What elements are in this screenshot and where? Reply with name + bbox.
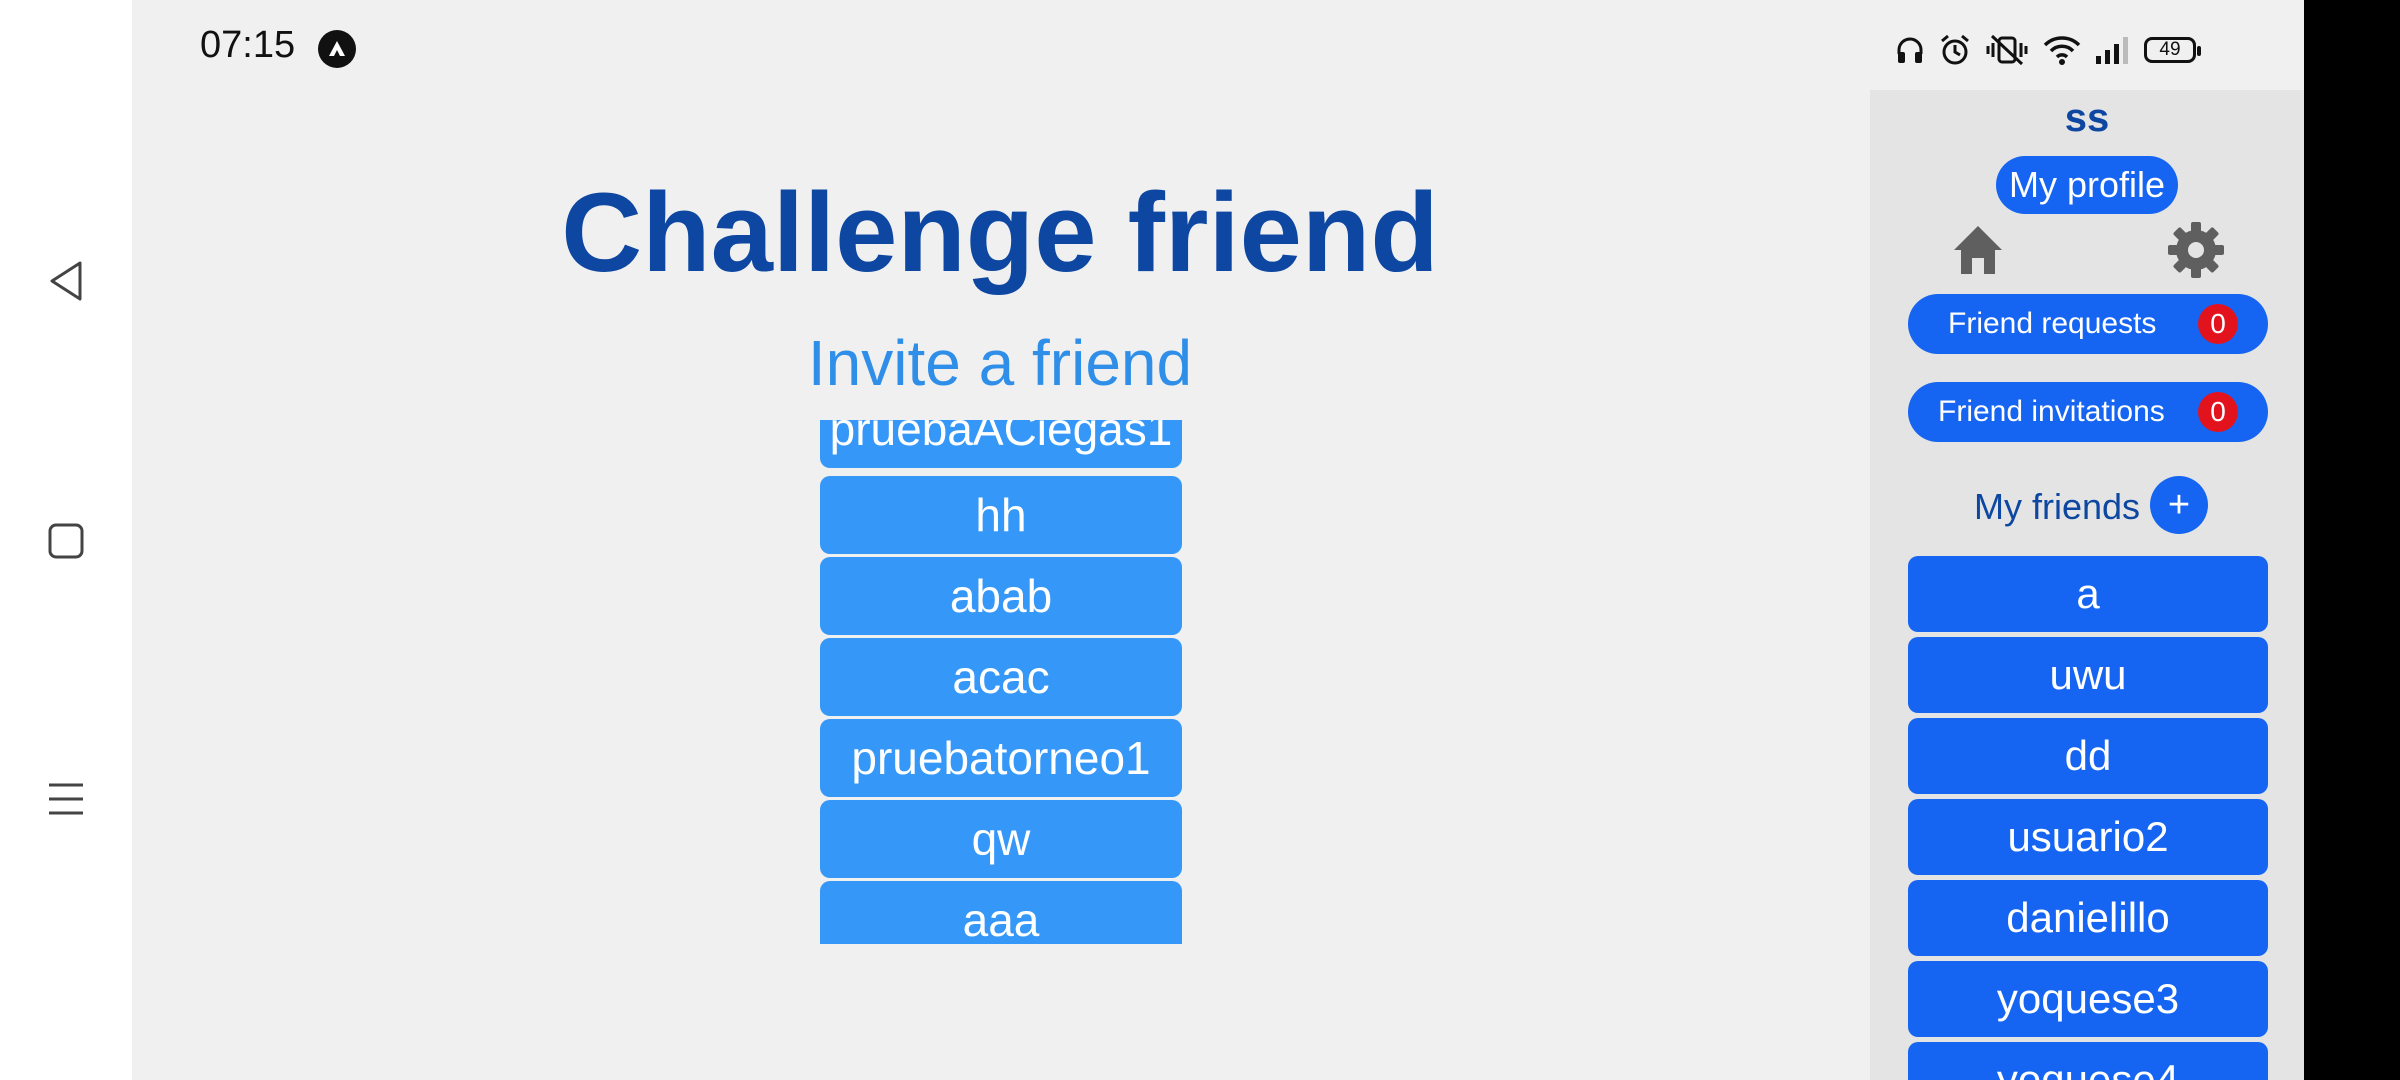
invite-list-item[interactable]: hh <box>820 476 1182 554</box>
vibrate-mute-icon <box>1986 34 2028 66</box>
invite-friend-list[interactable]: pruebaACiegas1 hh abab acac pruebatorneo… <box>820 420 1182 944</box>
invite-list-item[interactable]: qw <box>820 800 1182 878</box>
status-icons: 49 <box>1894 28 2201 72</box>
battery-icon: 49 <box>2144 37 2201 63</box>
home-icon[interactable] <box>1950 222 2006 278</box>
friend-invitations-badge: 0 <box>2198 392 2238 432</box>
invite-list-item[interactable]: pruebatorneo1 <box>820 719 1182 797</box>
friend-requests-badge: 0 <box>2198 304 2238 344</box>
headphones-icon <box>1897 37 1923 63</box>
friend-invitations-label: Friend invitations <box>1938 395 2165 428</box>
home-square-icon <box>48 523 84 559</box>
friend-list-item[interactable]: yoquese4 <box>1908 1042 2268 1080</box>
signal-icon <box>2096 37 2128 64</box>
add-friend-button[interactable]: + <box>2150 476 2208 534</box>
screen-edge <box>2304 0 2400 1080</box>
alarm-icon <box>1941 34 1969 65</box>
home-button[interactable] <box>0 496 132 586</box>
recents-button[interactable] <box>0 754 132 844</box>
wifi-icon <box>2043 36 2081 65</box>
back-button[interactable] <box>0 236 132 326</box>
friend-requests-label: Friend requests <box>1948 307 2157 340</box>
status-time: 07:15 <box>200 24 296 66</box>
friend-list-item[interactable]: yoquese3 <box>1908 961 2268 1037</box>
friend-list-item[interactable]: dd <box>1908 718 2268 794</box>
friend-requests-button[interactable]: Friend requests 0 <box>1908 294 2268 354</box>
invite-list-item[interactable]: abab <box>820 557 1182 635</box>
invite-list-item[interactable]: aaa <box>820 881 1182 944</box>
friend-list-item[interactable]: danielillo <box>1908 880 2268 956</box>
my-profile-button[interactable]: My profile <box>1996 156 2178 214</box>
back-icon <box>50 261 82 301</box>
friend-list-item[interactable]: usuario2 <box>1908 799 2268 875</box>
invite-subtitle: Invite a friend <box>807 327 1193 399</box>
invite-list-item[interactable]: pruebaACiegas1 <box>820 420 1182 468</box>
friend-list-item[interactable]: a <box>1908 556 2268 632</box>
invite-list-item[interactable]: acac <box>820 638 1182 716</box>
gear-icon[interactable] <box>2166 220 2226 280</box>
app-notification-icon <box>318 30 356 68</box>
page-title: Challenge friend <box>561 170 1439 295</box>
sidebar-username: ss <box>2064 96 2110 140</box>
friend-list-item[interactable]: uwu <box>1908 637 2268 713</box>
system-navigation-bar <box>0 0 132 1080</box>
friend-invitations-button[interactable]: Friend invitations 0 <box>1908 382 2268 442</box>
sidebar: ss My profile Friend requests 0 Friend i… <box>1870 90 2304 1080</box>
menu-icon <box>49 783 83 815</box>
my-friends-heading: My friends <box>1974 486 2141 527</box>
